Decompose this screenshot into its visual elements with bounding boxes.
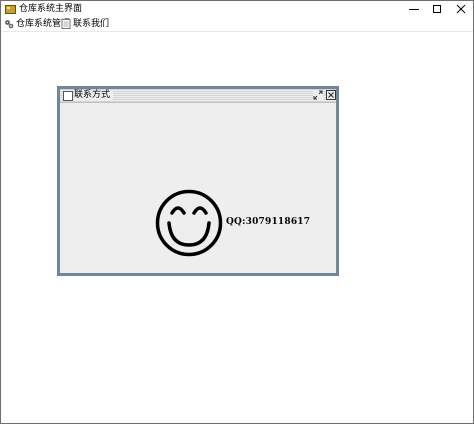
maximize-icon [433, 5, 441, 13]
warehouse-app-icon [5, 5, 16, 14]
close-button[interactable] [447, 1, 474, 17]
internal-frame-title-bar[interactable]: 联系方式 [60, 89, 336, 103]
window-title: 仓库系统主界面 [19, 4, 83, 14]
contact-internal-frame[interactable]: 联系方式 QQ:3079118617 [57, 86, 339, 276]
frame-icon [63, 91, 73, 101]
menu-contact-us-label: 联系我们 [73, 19, 110, 29]
title-bar[interactable]: 仓库系统主界面 [1, 1, 473, 17]
internal-frame-content: QQ:3079118617 [60, 103, 336, 273]
close-icon [456, 4, 466, 14]
restore-icon[interactable] [313, 90, 323, 100]
menu-contact-us[interactable]: 联系我们 [61, 18, 109, 30]
menu-bar: 仓库系统管理 联系我们 [1, 17, 473, 32]
internal-frame-title: 联系方式 [74, 90, 114, 101]
document-icon [61, 19, 71, 29]
close-box-icon[interactable] [326, 90, 336, 100]
minimize-icon [409, 9, 419, 10]
smiley-face-icon [155, 189, 223, 257]
gears-icon [5, 20, 14, 29]
qq-contact-text: QQ:3079118617 [226, 217, 311, 227]
